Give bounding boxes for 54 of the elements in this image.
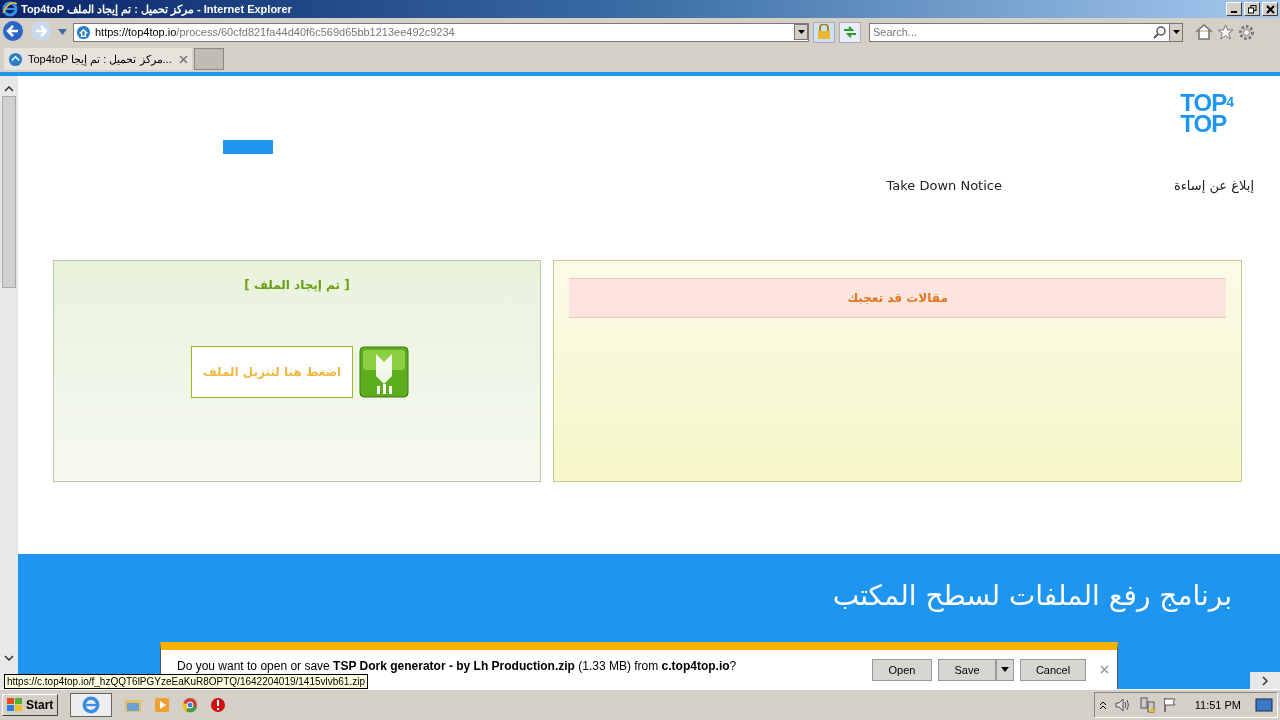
window-title: Top4toP مركز تحميل : تم إيجاد الملف - Internet Explorer (21, 2, 293, 16)
close-icon[interactable] (1100, 665, 1109, 674)
dropdown-icon[interactable] (58, 29, 67, 35)
caret-button[interactable] (996, 658, 1014, 681)
settings-icon[interactable] (1238, 23, 1255, 41)
lock-icon[interactable] (813, 21, 835, 43)
tab-label: Top4toP مركز تحميل : تم إيجا... (28, 52, 173, 66)
dropdown-button[interactable] (794, 24, 808, 40)
site-icon (8, 51, 23, 67)
minimize-button[interactable] (1226, 2, 1242, 16)
speaker-icon[interactable] (1114, 698, 1131, 712)
search-field[interactable]: Search... (869, 22, 1149, 42)
cancel-button[interactable]: Cancel (1020, 658, 1086, 681)
site-icon (76, 24, 91, 40)
caret-icon (797, 30, 805, 34)
restore-icon (1247, 4, 1257, 14)
download-prompt: Do you want to open or save TSP Dork generator - by Lh Production.zip (1.33 MB) from c.top4top.io? (177, 658, 737, 673)
open-button[interactable]: Open (872, 658, 932, 681)
status-url: https://c.top4top.io/f_hzQQT6lPGYzeEaKuR8OPTQ/1642204019/1415vlvb61.zip (4, 674, 368, 689)
close-icon[interactable] (179, 54, 188, 64)
star-icon[interactable] (1217, 24, 1234, 40)
scroll-right-icon[interactable] (1262, 675, 1268, 686)
back-button[interactable] (2, 20, 26, 44)
refresh-icon[interactable] (839, 21, 861, 43)
home-icon[interactable] (1195, 24, 1213, 40)
browser-tab[interactable]: Top4toP مركز تحميل : تم إيجا... (4, 48, 192, 70)
footer-heading: برنامج رفع الملفات لسطح المكتب (832, 578, 1232, 614)
close-button[interactable] (1262, 2, 1278, 16)
caret-icon (1001, 667, 1009, 672)
restore-button[interactable] (1244, 2, 1260, 16)
ad-placeholder (223, 140, 273, 154)
caret-icon (1172, 30, 1180, 34)
search-button[interactable] (1149, 22, 1169, 42)
clock[interactable]: 11:51 PM (1194, 699, 1241, 711)
scrollbar-thumb[interactable] (2, 96, 16, 288)
panel-title: [ تم إيجاد الملف ] (244, 278, 350, 292)
windows-logo-icon (7, 698, 23, 712)
tray-expand-icon[interactable] (1098, 700, 1107, 710)
start-button[interactable]: Start (2, 694, 59, 716)
address-field[interactable]: https://top4top.io/process/60cfd821fa44d40f6c569d65bb1213ee492c9234 (73, 22, 809, 42)
panel-title: مقالات قد تعجبك (847, 291, 948, 305)
download-icon[interactable] (359, 346, 409, 398)
close-icon (1265, 4, 1275, 14)
network-icon[interactable] (1138, 697, 1155, 713)
dropdown-button[interactable] (1169, 22, 1183, 42)
browser-logo-icon (2, 1, 18, 17)
nav-link[interactable]: Take Down Notice (886, 178, 1002, 220)
nav-link[interactable]: إبلاغ عن إساءة (1173, 178, 1254, 220)
flag-icon[interactable] (1162, 697, 1177, 713)
browser-taskbar-icon[interactable] (70, 693, 113, 717)
scrollbar[interactable] (1250, 672, 1280, 689)
scroll-down-icon[interactable] (4, 655, 14, 661)
save-button[interactable]: Save (938, 658, 996, 681)
scroll-up-icon[interactable] (4, 86, 14, 92)
